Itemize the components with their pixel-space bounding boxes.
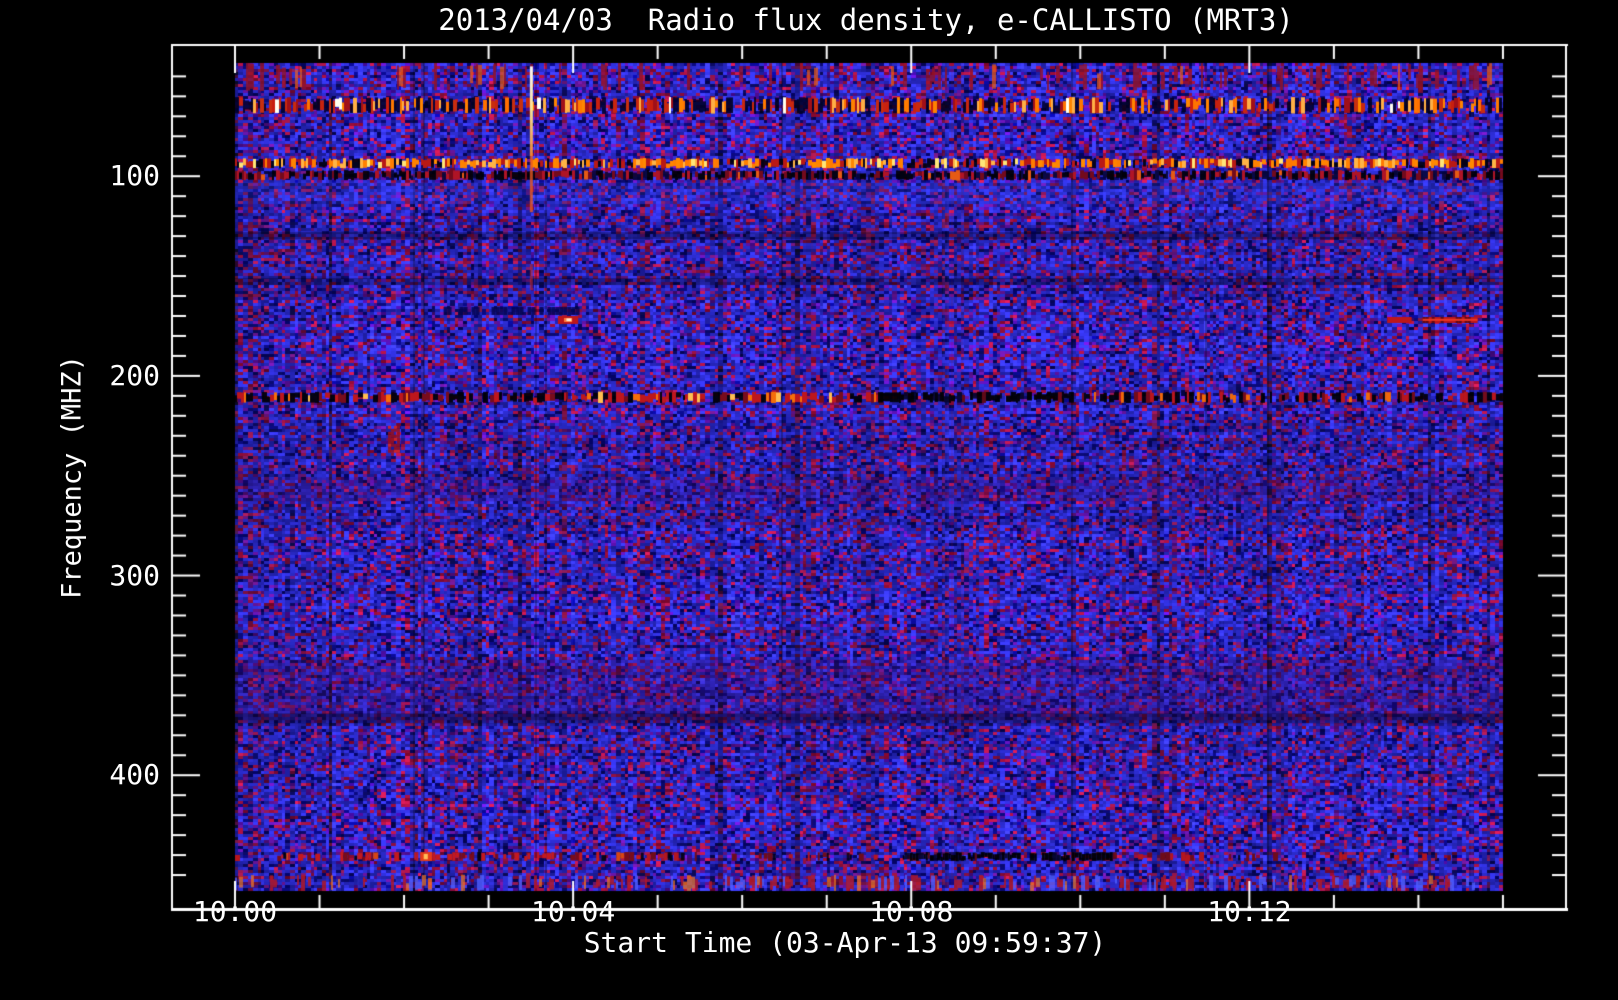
spectrogram-canvas — [0, 0, 1618, 1000]
chart-title: 2013/04/03 Radio flux density, e-CALLIST… — [438, 3, 1294, 37]
y-tick-label: 200 — [109, 358, 160, 392]
x-axis-label: Start Time (03-Apr-13 09:59:37) — [583, 926, 1107, 959]
x-tick-label: 10:00 — [192, 895, 278, 928]
x-tick-label: 10:04 — [530, 895, 616, 928]
y-tick-label: 100 — [109, 159, 160, 193]
y-tick-label: 400 — [109, 758, 160, 792]
spectrogram-figure: 2013/04/03 Radio flux density, e-CALLIST… — [0, 0, 1618, 1000]
y-tick-label: 300 — [109, 558, 160, 592]
x-tick-label: 10:08 — [869, 895, 954, 928]
x-tick-label: 10:12 — [1207, 895, 1292, 928]
